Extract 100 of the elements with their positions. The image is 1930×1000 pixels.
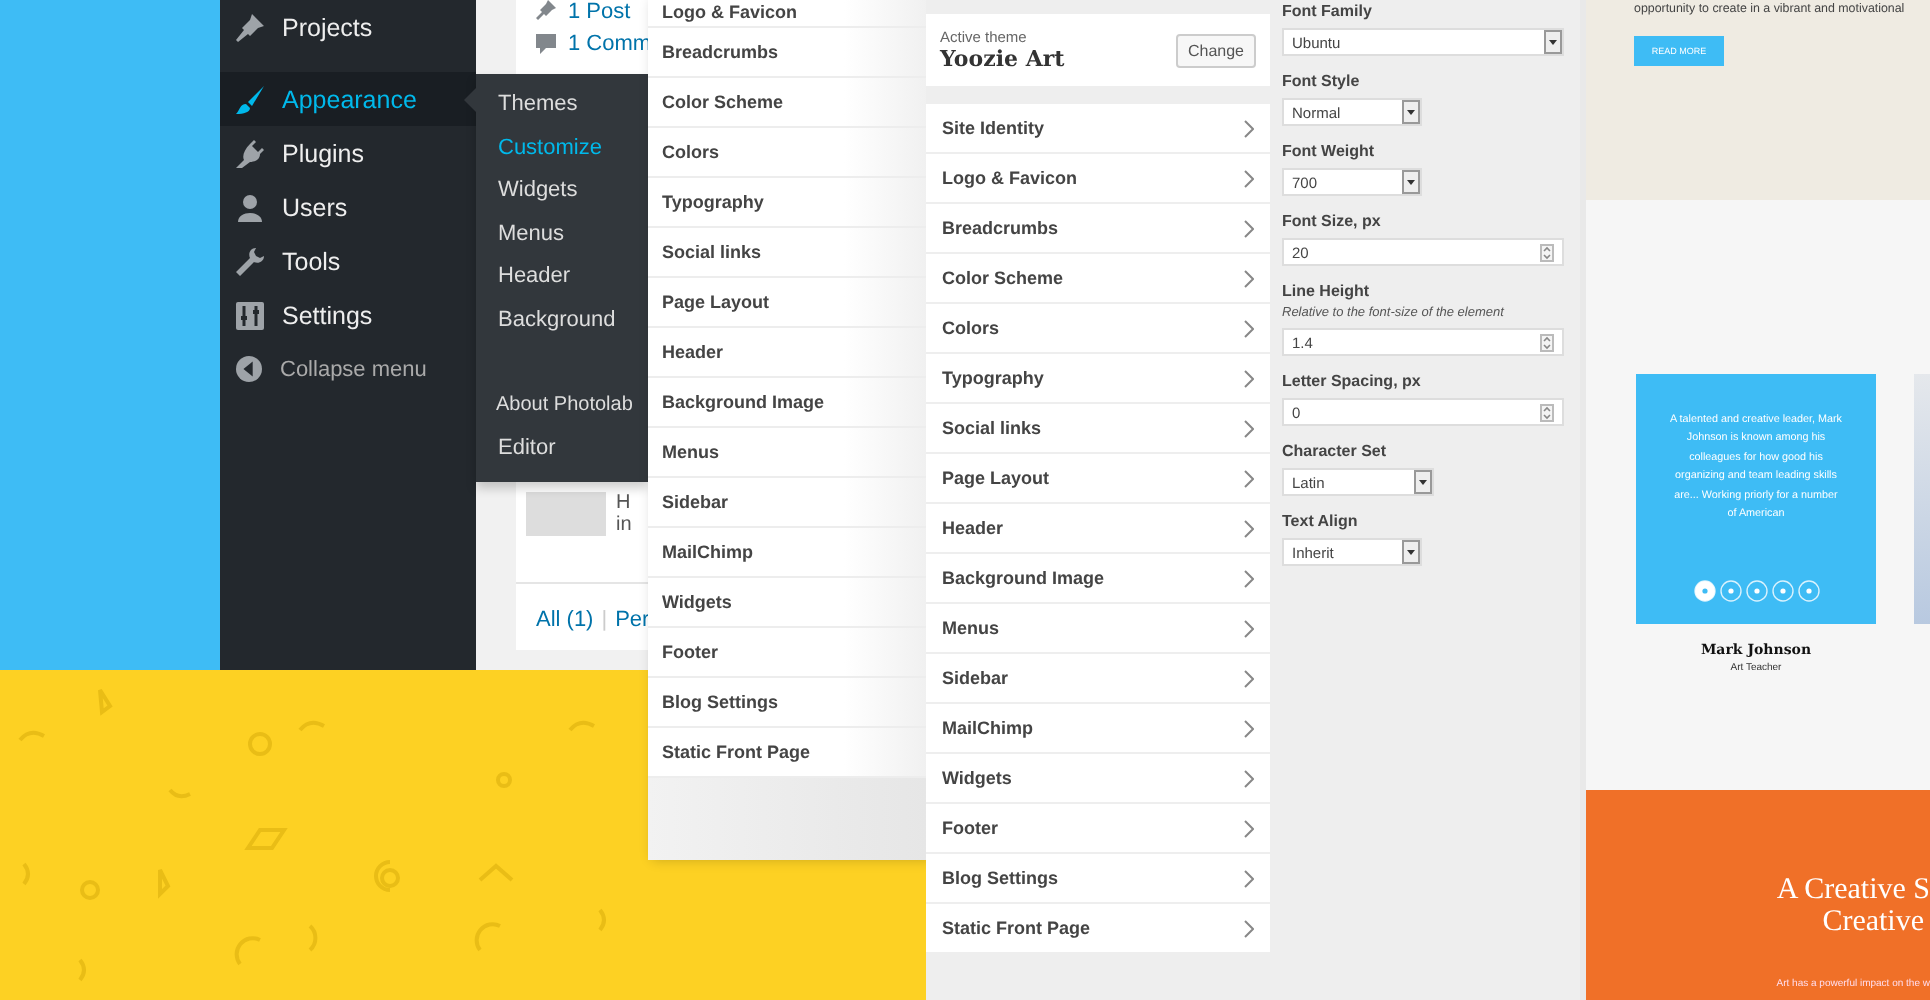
spinner-icon: [1540, 243, 1554, 261]
avatar: [526, 492, 606, 536]
chevron-icon: [1244, 419, 1254, 437]
banner-heading: A Creative S: [1776, 874, 1930, 906]
field-label: Text Align: [1282, 510, 1360, 532]
theme-name: Yoozie Art: [940, 46, 1065, 72]
submenu-item[interactable]: Widgets: [476, 170, 648, 213]
section-item[interactable]: Blog Settings: [648, 678, 928, 728]
submenu-item[interactable]: Menus: [476, 213, 648, 256]
field-label: Font Style: [1282, 70, 1362, 92]
comment-text: H: [616, 492, 632, 514]
filter-link[interactable]: All (1): [536, 608, 594, 632]
settings-icon: [236, 301, 264, 329]
submenu-item[interactable]: Customize: [476, 127, 648, 170]
section-item[interactable]: Color Scheme: [648, 78, 928, 128]
field-label: Line Height: [1282, 280, 1372, 302]
section-item[interactable]: Background Image: [648, 378, 928, 428]
field-label: Letter Spacing, px: [1282, 370, 1423, 392]
social-icon[interactable]: [1771, 580, 1793, 602]
spinner-icon: [1540, 333, 1554, 351]
chevron-icon: [1244, 369, 1254, 387]
pin-icon: [536, 0, 556, 20]
chevron-icon: [1244, 769, 1254, 787]
filter-link[interactable]: Per: [615, 608, 650, 632]
section-item[interactable]: Colors: [926, 304, 1270, 354]
admin-menu-item[interactable]: Tools: [220, 234, 476, 288]
section-item[interactable]: Logo & Favicon: [648, 0, 928, 28]
social-icon[interactable]: [1719, 580, 1741, 602]
activity-link[interactable]: 1 Post: [568, 0, 631, 24]
section-item[interactable]: Static Front Page: [648, 728, 928, 778]
section-item[interactable]: MailChimp: [926, 704, 1270, 754]
admin-menu-item[interactable]: Plugins: [220, 126, 476, 180]
admin-menu-item[interactable]: Appearance: [220, 72, 476, 126]
field-label: Font Family: [1282, 0, 1374, 22]
social-icon[interactable]: [1693, 580, 1715, 602]
section-item[interactable]: Page Layout: [648, 278, 928, 328]
submenu-item[interactable]: Editor: [476, 427, 648, 470]
section-item[interactable]: Page Layout: [926, 454, 1270, 504]
section-item[interactable]: Menus: [648, 428, 928, 478]
section-item[interactable]: Color Scheme: [926, 254, 1270, 304]
comment-icon: [536, 34, 556, 54]
section-item[interactable]: Header: [648, 328, 928, 378]
section-item[interactable]: Site Identity: [926, 104, 1270, 154]
brush-icon: [236, 85, 264, 113]
user-icon: [236, 193, 264, 221]
comment-text: in: [616, 514, 632, 536]
admin-menu-item[interactable]: Collapse menu: [220, 342, 476, 396]
section-item[interactable]: Menus: [926, 604, 1270, 654]
section-item[interactable]: Breadcrumbs: [926, 204, 1270, 254]
chevron-icon: [1244, 469, 1254, 487]
section-item[interactable]: Typography: [648, 178, 928, 228]
section-item[interactable]: Sidebar: [926, 654, 1270, 704]
submenu-item[interactable]: About Photolab: [476, 384, 648, 427]
chevron-icon: [1244, 919, 1254, 937]
banner-heading: Creative: [1822, 906, 1924, 938]
section-item[interactable]: Header: [926, 504, 1270, 554]
social-icon[interactable]: [1745, 580, 1767, 602]
chevron-icon: [1244, 719, 1254, 737]
section-item[interactable]: Colors: [648, 128, 928, 178]
section-item[interactable]: Blog Settings: [926, 854, 1270, 904]
chevron-icon: [1244, 819, 1254, 837]
submenu-item[interactable]: Background: [476, 299, 648, 342]
section-item[interactable]: Logo & Favicon: [926, 154, 1270, 204]
separator: |: [601, 608, 608, 632]
submenu-item[interactable]: Header: [476, 256, 648, 299]
admin-menu-item[interactable]: Projects: [220, 0, 476, 54]
collapse-icon: [236, 356, 262, 382]
social-icon[interactable]: [1797, 580, 1819, 602]
section-item[interactable]: Social links: [926, 404, 1270, 454]
submenu-item[interactable]: Themes: [476, 84, 648, 127]
spinner-icon: [1540, 403, 1554, 421]
wrench-icon: [236, 247, 264, 275]
pin-icon: [236, 13, 264, 41]
chevron-icon: [1244, 669, 1254, 687]
section-item[interactable]: Background Image: [926, 554, 1270, 604]
admin-menu-item[interactable]: Settings: [220, 288, 476, 342]
chevron-icon: [1244, 119, 1254, 137]
section-item[interactable]: Widgets: [926, 754, 1270, 804]
field-label: Font Size, px: [1282, 210, 1383, 232]
chevron-icon: [1244, 169, 1254, 187]
field-label: Character Set: [1282, 440, 1389, 462]
section-item[interactable]: Sidebar: [648, 478, 928, 528]
chevron-icon: [1244, 569, 1254, 587]
section-item[interactable]: Footer: [926, 804, 1270, 854]
section-item[interactable]: Static Front Page: [926, 904, 1270, 954]
section-item[interactable]: Widgets: [648, 578, 928, 628]
section-item[interactable]: Footer: [648, 628, 928, 678]
chevron-icon: [1244, 519, 1254, 537]
plug-icon: [236, 139, 264, 167]
chevron-icon: [1244, 619, 1254, 637]
chevron-icon: [1244, 269, 1254, 287]
field-label: Font Weight: [1282, 140, 1377, 162]
section-item[interactable]: Typography: [926, 354, 1270, 404]
section-item[interactable]: MailChimp: [648, 528, 928, 578]
change-button[interactable]: Change: [1175, 33, 1256, 67]
chevron-icon: [1244, 219, 1254, 237]
section-item[interactable]: Breadcrumbs: [648, 28, 928, 78]
section-item[interactable]: Social links: [648, 228, 928, 278]
admin-menu-item[interactable]: Users: [220, 180, 476, 234]
chevron-icon: [1244, 319, 1254, 337]
